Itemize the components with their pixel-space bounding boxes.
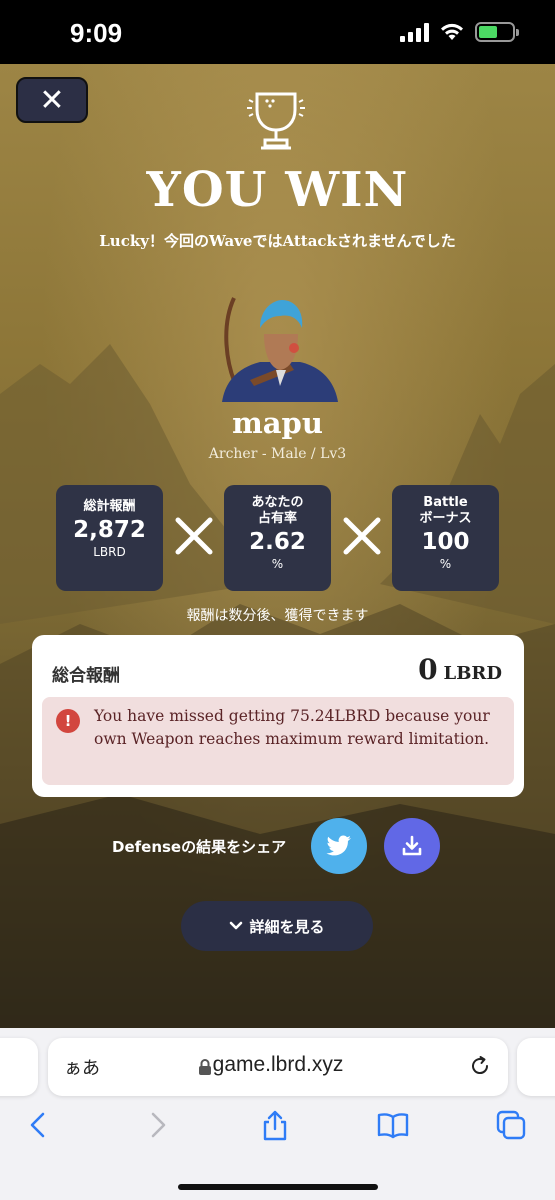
status-bar: 9:09: [0, 0, 555, 64]
twitter-icon: [326, 835, 351, 856]
cellular-signal-icon: [400, 22, 429, 42]
game-result-screen: ✕ YOU WIN Lucky！今回のWaveではAttackされませんでした …: [0, 64, 555, 1028]
browser-toolbar: [0, 1108, 555, 1148]
multiply-icon: [343, 517, 381, 555]
status-time: 9:09: [70, 18, 123, 48]
stat-label: Battle ボーナス: [419, 495, 472, 526]
battery-icon: [475, 22, 519, 42]
url-text: game.lbrd.xyz: [212, 1053, 344, 1076]
show-details-button[interactable]: 詳細を見る: [181, 901, 373, 951]
stat-value: 2.62: [249, 529, 306, 555]
reward-value: 0: [418, 653, 438, 686]
forward-icon[interactable]: [140, 1108, 174, 1142]
total-reward-card: 総合報酬 0 LBRD ! You have missed getting 75.…: [32, 635, 524, 797]
stat-unit: %: [271, 557, 284, 571]
reward-unit: LBRD: [443, 663, 502, 684]
warning-icon: !: [56, 709, 80, 733]
stat-share-rate: あなたの 占有率 2.62 %: [224, 485, 331, 591]
multiply-icon: [175, 517, 213, 555]
result-subtitle: Lucky！今回のWaveではAttackされませんでした: [99, 232, 456, 250]
player-name: mapu: [232, 406, 323, 440]
stat-unit: LBRD: [93, 545, 126, 559]
total-reward-label: 総合報酬: [52, 666, 120, 686]
player-avatar: [222, 297, 338, 402]
tabs-icon[interactable]: [494, 1108, 528, 1142]
stat-unit: %: [439, 557, 452, 571]
trophy-icon: [247, 92, 305, 150]
twitter-share-button[interactable]: [311, 818, 367, 874]
home-indicator: [178, 1184, 378, 1190]
browser-chrome: ぁあ game.lbrd.xyz: [0, 1028, 555, 1200]
player-class: Archer - Male / Lv3: [208, 446, 347, 462]
status-icons: [400, 22, 519, 42]
show-details-label: 詳細を見る: [249, 917, 325, 936]
warning-text: You have missed getting 75.24LBRD becaus…: [94, 707, 490, 748]
stat-value: 100: [421, 529, 470, 555]
back-icon[interactable]: [22, 1108, 56, 1142]
share-icon[interactable]: [258, 1108, 292, 1142]
stat-label: あなたの 占有率: [251, 495, 304, 526]
stat-value: 2,872: [73, 517, 146, 543]
total-reward-amount: 0 LBRD: [418, 653, 502, 686]
download-icon: [402, 835, 422, 856]
warning-alert: ! You have missed getting 75.24LBRD beca…: [42, 697, 514, 785]
reward-notice: 報酬は数分後、獲得できます: [186, 608, 369, 624]
bookmarks-icon[interactable]: [376, 1108, 410, 1142]
result-title: YOU WIN: [146, 162, 409, 218]
chevron-down-icon: [230, 921, 243, 930]
address-bar[interactable]: ぁあ game.lbrd.xyz: [48, 1038, 508, 1096]
previous-tab[interactable]: [0, 1038, 38, 1096]
share-label: Defenseの結果をシェア: [112, 838, 287, 856]
stat-total-reward: 総計報酬 2,872 LBRD: [56, 485, 163, 591]
close-button[interactable]: ✕: [16, 77, 88, 123]
wifi-icon: [441, 23, 463, 40]
download-button[interactable]: [384, 818, 440, 874]
reload-icon[interactable]: [468, 1054, 492, 1078]
stat-battle-bonus: Battle ボーナス 100 %: [392, 485, 499, 591]
stat-label: 総計報酬: [83, 499, 136, 514]
next-tab[interactable]: [517, 1038, 555, 1096]
